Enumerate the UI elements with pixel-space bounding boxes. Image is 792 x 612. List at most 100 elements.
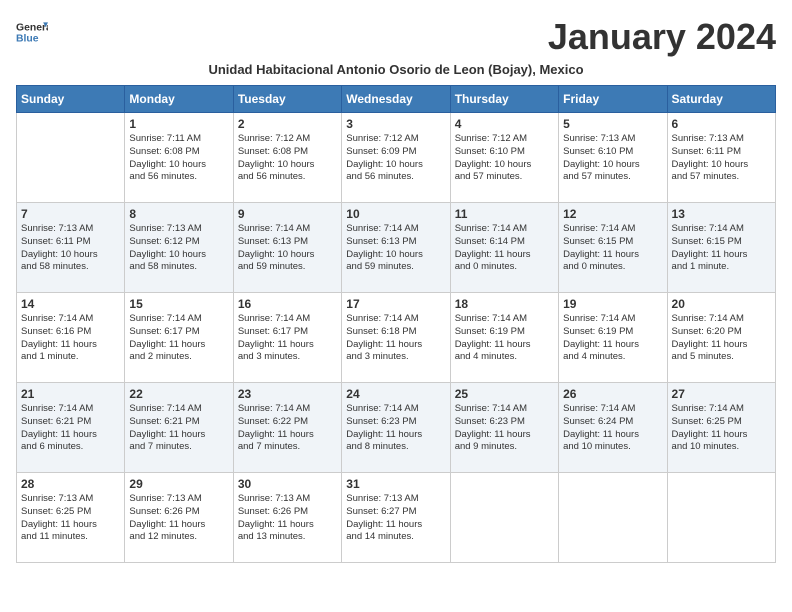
day-number: 9 bbox=[238, 207, 337, 221]
day-info: Sunrise: 7:13 AMSunset: 6:11 PMDaylight:… bbox=[21, 223, 120, 274]
day-number: 5 bbox=[563, 117, 662, 131]
calendar-week-row: 1 Sunrise: 7:11 AMSunset: 6:08 PMDaylight… bbox=[17, 113, 776, 203]
day-number: 18 bbox=[455, 297, 554, 311]
day-number: 7 bbox=[21, 207, 120, 221]
calendar-cell: 17Sunrise: 7:14 AMSunset: 6:18 PMDayligh… bbox=[342, 293, 450, 383]
day-info: Sunrise: 7:13 AMSunset: 6:25 PMDaylight:… bbox=[21, 493, 120, 544]
svg-text:Blue: Blue bbox=[16, 34, 39, 45]
calendar-week-row: 14Sunrise: 7:14 AMSunset: 6:16 PMDayligh… bbox=[17, 293, 776, 383]
calendar-cell: 13Sunrise: 7:14 AMSunset: 6:15 PMDayligh… bbox=[667, 203, 775, 293]
header-tuesday: Tuesday bbox=[233, 86, 341, 113]
calendar-week-row: 7 Sunrise: 7:13 AMSunset: 6:11 PMDaylight… bbox=[17, 203, 776, 293]
day-info: Sunrise: 7:14 AMSunset: 6:25 PMDaylight:… bbox=[672, 403, 771, 454]
day-info: Sunrise: 7:12 AMSunset: 6:09 PMDaylight:… bbox=[346, 133, 445, 184]
calendar-cell: 31Sunrise: 7:13 AMSunset: 6:27 PMDayligh… bbox=[342, 473, 450, 563]
calendar-cell: 21 Sunrise: 7:14 AMSunset: 6:21 PMDayligh… bbox=[17, 383, 125, 473]
day-number: 10 bbox=[346, 207, 445, 221]
day-number: 2 bbox=[238, 117, 337, 131]
day-number: 16 bbox=[238, 297, 337, 311]
calendar-cell: 27 Sunrise: 7:14 AMSunset: 6:25 PMDayligh… bbox=[667, 383, 775, 473]
day-info: Sunrise: 7:11 AMSunset: 6:08 PMDaylight:… bbox=[129, 133, 228, 184]
day-info: Sunrise: 7:14 AMSunset: 6:20 PMDaylight:… bbox=[672, 313, 771, 364]
day-info: Sunrise: 7:13 AMSunset: 6:10 PMDaylight:… bbox=[563, 133, 662, 184]
day-info: Sunrise: 7:13 AMSunset: 6:11 PMDaylight:… bbox=[672, 133, 771, 184]
calendar-cell bbox=[667, 473, 775, 563]
logo-icon: General Blue bbox=[16, 16, 48, 48]
header-wednesday: Wednesday bbox=[342, 86, 450, 113]
day-info: Sunrise: 7:14 AMSunset: 6:23 PMDaylight:… bbox=[346, 403, 445, 454]
day-number: 25 bbox=[455, 387, 554, 401]
calendar-cell: 1 Sunrise: 7:11 AMSunset: 6:08 PMDaylight… bbox=[125, 113, 233, 203]
day-number: 6 bbox=[672, 117, 771, 131]
calendar-cell: 15Sunrise: 7:14 AMSunset: 6:17 PMDayligh… bbox=[125, 293, 233, 383]
page-header: General Blue January 2024 bbox=[16, 16, 776, 58]
day-number: 13 bbox=[672, 207, 771, 221]
day-info: Sunrise: 7:14 AMSunset: 6:14 PMDaylight:… bbox=[455, 223, 554, 274]
day-number: 30 bbox=[238, 477, 337, 491]
header-monday: Monday bbox=[125, 86, 233, 113]
calendar-cell: 14Sunrise: 7:14 AMSunset: 6:16 PMDayligh… bbox=[17, 293, 125, 383]
month-title: January 2024 bbox=[548, 16, 776, 58]
calendar-cell: 3 Sunrise: 7:12 AMSunset: 6:09 PMDaylight… bbox=[342, 113, 450, 203]
day-info: Sunrise: 7:14 AMSunset: 6:17 PMDaylight:… bbox=[129, 313, 228, 364]
day-number: 24 bbox=[346, 387, 445, 401]
day-number: 1 bbox=[129, 117, 228, 131]
day-info: Sunrise: 7:14 AMSunset: 6:19 PMDaylight:… bbox=[455, 313, 554, 364]
day-info: Sunrise: 7:14 AMSunset: 6:22 PMDaylight:… bbox=[238, 403, 337, 454]
day-number: 14 bbox=[21, 297, 120, 311]
day-number: 28 bbox=[21, 477, 120, 491]
calendar-cell: 30 Sunrise: 7:13 AMSunset: 6:26 PMDayligh… bbox=[233, 473, 341, 563]
calendar-cell: 24 Sunrise: 7:14 AMSunset: 6:23 PMDayligh… bbox=[342, 383, 450, 473]
day-info: Sunrise: 7:12 AMSunset: 6:08 PMDaylight:… bbox=[238, 133, 337, 184]
day-info: Sunrise: 7:13 AMSunset: 6:26 PMDaylight:… bbox=[238, 493, 337, 544]
day-info: Sunrise: 7:14 AMSunset: 6:17 PMDaylight:… bbox=[238, 313, 337, 364]
calendar-cell: 20 Sunrise: 7:14 AMSunset: 6:20 PMDayligh… bbox=[667, 293, 775, 383]
day-number: 29 bbox=[129, 477, 228, 491]
day-number: 17 bbox=[346, 297, 445, 311]
day-number: 11 bbox=[455, 207, 554, 221]
day-info: Sunrise: 7:13 AMSunset: 6:27 PMDaylight:… bbox=[346, 493, 445, 544]
day-info: Sunrise: 7:14 AMSunset: 6:13 PMDaylight:… bbox=[346, 223, 445, 274]
day-number: 3 bbox=[346, 117, 445, 131]
calendar-header-row: SundayMondayTuesdayWednesdayThursdayFrid… bbox=[17, 86, 776, 113]
calendar-cell: 26Sunrise: 7:14 AMSunset: 6:24 PMDayligh… bbox=[559, 383, 667, 473]
day-number: 4 bbox=[455, 117, 554, 131]
calendar-cell: 25Sunrise: 7:14 AMSunset: 6:23 PMDayligh… bbox=[450, 383, 558, 473]
calendar-cell: 2 Sunrise: 7:12 AMSunset: 6:08 PMDaylight… bbox=[233, 113, 341, 203]
day-number: 23 bbox=[238, 387, 337, 401]
calendar-cell: 19Sunrise: 7:14 AMSunset: 6:19 PMDayligh… bbox=[559, 293, 667, 383]
header-friday: Friday bbox=[559, 86, 667, 113]
calendar-cell bbox=[17, 113, 125, 203]
calendar-cell: 9Sunrise: 7:14 AMSunset: 6:13 PMDaylight… bbox=[233, 203, 341, 293]
day-info: Sunrise: 7:14 AMSunset: 6:21 PMDaylight:… bbox=[21, 403, 120, 454]
calendar-cell: 12 Sunrise: 7:14 AMSunset: 6:15 PMDayligh… bbox=[559, 203, 667, 293]
calendar-cell bbox=[450, 473, 558, 563]
calendar-table: SundayMondayTuesdayWednesdayThursdayFrid… bbox=[16, 85, 776, 563]
day-number: 27 bbox=[672, 387, 771, 401]
header-thursday: Thursday bbox=[450, 86, 558, 113]
day-info: Sunrise: 7:13 AMSunset: 6:12 PMDaylight:… bbox=[129, 223, 228, 274]
day-number: 26 bbox=[563, 387, 662, 401]
calendar-cell: 23 Sunrise: 7:14 AMSunset: 6:22 PMDayligh… bbox=[233, 383, 341, 473]
day-number: 21 bbox=[21, 387, 120, 401]
calendar-cell: 6 Sunrise: 7:13 AMSunset: 6:11 PMDaylight… bbox=[667, 113, 775, 203]
calendar-cell: 11 Sunrise: 7:14 AMSunset: 6:14 PMDayligh… bbox=[450, 203, 558, 293]
calendar-cell: 5 Sunrise: 7:13 AMSunset: 6:10 PMDaylight… bbox=[559, 113, 667, 203]
calendar-cell bbox=[559, 473, 667, 563]
calendar-cell: 22Sunrise: 7:14 AMSunset: 6:21 PMDayligh… bbox=[125, 383, 233, 473]
header-sunday: Sunday bbox=[17, 86, 125, 113]
day-number: 12 bbox=[563, 207, 662, 221]
calendar-week-row: 21 Sunrise: 7:14 AMSunset: 6:21 PMDayligh… bbox=[17, 383, 776, 473]
calendar-cell: 16 Sunrise: 7:14 AMSunset: 6:17 PMDayligh… bbox=[233, 293, 341, 383]
logo: General Blue bbox=[16, 16, 48, 48]
day-number: 8 bbox=[129, 207, 228, 221]
calendar-cell: 4 Sunrise: 7:12 AMSunset: 6:10 PMDaylight… bbox=[450, 113, 558, 203]
calendar-cell: 7 Sunrise: 7:13 AMSunset: 6:11 PMDaylight… bbox=[17, 203, 125, 293]
calendar-cell: 18 Sunrise: 7:14 AMSunset: 6:19 PMDayligh… bbox=[450, 293, 558, 383]
day-info: Sunrise: 7:14 AMSunset: 6:15 PMDaylight:… bbox=[563, 223, 662, 274]
day-info: Sunrise: 7:12 AMSunset: 6:10 PMDaylight:… bbox=[455, 133, 554, 184]
day-info: Sunrise: 7:14 AMSunset: 6:19 PMDaylight:… bbox=[563, 313, 662, 364]
day-number: 20 bbox=[672, 297, 771, 311]
day-info: Sunrise: 7:13 AMSunset: 6:26 PMDaylight:… bbox=[129, 493, 228, 544]
calendar-subtitle: Unidad Habitacional Antonio Osorio de Le… bbox=[16, 62, 776, 77]
